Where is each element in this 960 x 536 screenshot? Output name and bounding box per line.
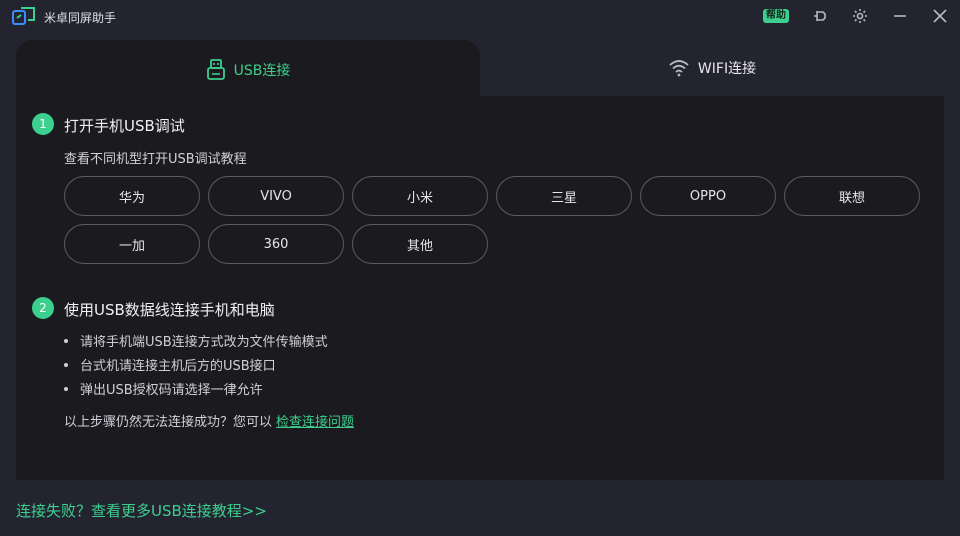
step-1-subtitle: 查看不同机型打开USB调试教程 xyxy=(64,152,247,167)
title-bar: 米卓同屏助手 帮助 xyxy=(0,0,960,34)
bullet-dot-icon xyxy=(64,386,68,391)
step-1-title: 打开手机USB调试 xyxy=(64,117,185,135)
usb-icon xyxy=(206,59,226,81)
brand-button-samsung[interactable]: 三星 xyxy=(496,176,632,216)
tab-wifi[interactable]: WIFI连接 xyxy=(480,40,944,96)
brand-button-xiaomi[interactable]: 小米 xyxy=(352,176,488,216)
tab-wifi-label: WIFI连接 xyxy=(697,61,757,77)
brand-button-oneplus[interactable]: 一加 xyxy=(64,224,200,264)
list-item-text: 弹出USB授权码请选择一律允许 xyxy=(80,383,263,398)
brand-button-vivo[interactable]: VIVO xyxy=(208,176,344,216)
brand-button-lenovo[interactable]: 联想 xyxy=(784,176,920,216)
list-item-text: 台式机请连接主机后方的USB接口 xyxy=(80,359,276,374)
help-prefix: 以上步骤仍然无法连接成功？您可以 xyxy=(64,415,273,430)
usb-panel: 1 打开手机USB调试 查看不同机型打开USB调试教程 华为 VIVO 小米 三… xyxy=(16,96,944,480)
brand-button-360[interactable]: 360 xyxy=(208,224,344,264)
brand-button-huawei[interactable]: 华为 xyxy=(64,176,200,216)
tab-usb-label: USB连接 xyxy=(233,63,291,79)
list-item: 弹出USB授权码请选择一律允许 xyxy=(64,379,263,398)
help-line: 以上步骤仍然无法连接成功？您可以 检查连接问题 xyxy=(64,411,354,430)
pin-icon[interactable] xyxy=(811,7,829,25)
list-item: 台式机请连接主机后方的USB接口 xyxy=(64,355,276,374)
tab-usb[interactable]: USB连接 xyxy=(16,40,480,100)
list-item-text: 请将手机端USB连接方式改为文件传输模式 xyxy=(80,335,328,350)
app-logo-icon xyxy=(12,6,36,26)
list-item: 请将手机端USB连接方式改为文件传输模式 xyxy=(64,331,328,350)
step-2-title: 使用USB数据线连接手机和电脑 xyxy=(64,301,275,319)
minimize-icon[interactable] xyxy=(891,7,909,25)
wifi-icon xyxy=(668,59,690,77)
brand-button-oppo[interactable]: OPPO xyxy=(640,176,776,216)
settings-gear-icon[interactable] xyxy=(851,7,869,25)
step-2-badge: 2 xyxy=(32,297,54,319)
close-icon[interactable] xyxy=(931,7,949,25)
app-title: 米卓同屏助手 xyxy=(44,11,117,25)
help-badge[interactable]: 帮助 xyxy=(763,9,789,23)
brand-button-other[interactable]: 其他 xyxy=(352,224,488,264)
more-usb-tutorials-link[interactable]: 连接失败？查看更多USB连接教程>> xyxy=(16,500,267,521)
bullet-dot-icon xyxy=(64,362,68,367)
bullet-dot-icon xyxy=(64,338,68,343)
step-1-badge: 1 xyxy=(32,113,54,135)
check-connection-link[interactable]: 检查连接问题 xyxy=(276,415,354,430)
